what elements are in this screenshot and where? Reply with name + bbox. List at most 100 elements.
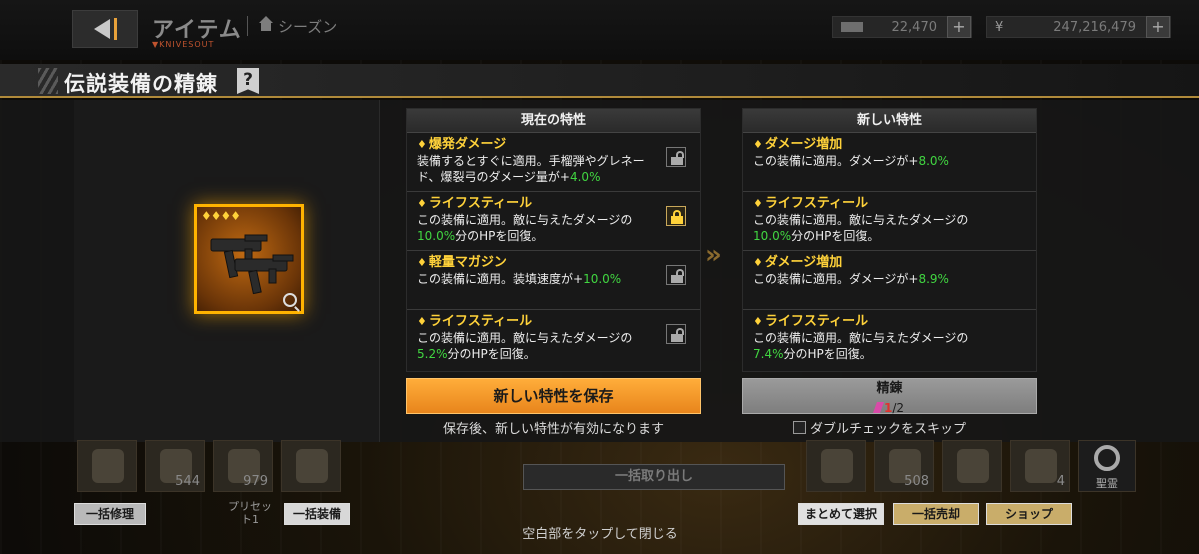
trait-row: ♦ ライフスティールこの装備に適用。敵に与えたダメージの 5.2%分のHPを回復。: [407, 310, 700, 369]
heart-charm-icon: [1025, 449, 1057, 483]
bulk-repair-button[interactable]: 一括修理: [74, 503, 146, 525]
trait-value: 8.0%: [918, 154, 949, 168]
trait-row: ♦ 軽量マガジンこの装備に適用。装填速度が+10.0%: [407, 251, 700, 310]
back-button[interactable]: [72, 10, 138, 48]
skull-icon: [821, 449, 853, 483]
diamond-icon: ♦: [417, 138, 427, 151]
save-traits-button[interactable]: 新しい特性を保存: [406, 378, 701, 414]
item-card[interactable]: ♦♦♦♦: [194, 204, 304, 314]
diamond-icon: ♦: [417, 197, 427, 210]
lock-open-icon[interactable]: [666, 147, 686, 167]
trait-name: ♦ ライフスティール: [753, 196, 869, 211]
skip-label: ダブルチェックをスキップ: [810, 422, 967, 437]
equipment-slot-armor[interactable]: 979: [213, 440, 273, 492]
diamond-icon: ♦: [753, 256, 763, 269]
refine-material-icon: [872, 402, 884, 413]
breadcrumb-season[interactable]: シーズン: [278, 16, 337, 37]
close-hint: 空白部をタップして閉じる: [522, 527, 678, 542]
trait-description: この装備に適用。敵に与えたダメージの 7.4%分のHPを回復。: [753, 331, 969, 361]
brand-label: ▼KNIVESOUT: [152, 40, 215, 49]
trait-description: この装備に適用。ダメージが+8.9%: [753, 272, 949, 286]
bulk-select-button[interactable]: まとめて選択: [798, 503, 884, 525]
help-icon[interactable]: ?: [237, 68, 259, 94]
trait-description: この装備に適用。ダメージが+8.0%: [753, 154, 949, 168]
bulk-take-out-button[interactable]: 一括取り出し: [523, 464, 785, 490]
yen-icon: ¥: [995, 19, 1004, 35]
trait-name: ♦ 軽量マガジン: [417, 255, 507, 270]
trait-name: ♦ ダメージ増加: [753, 255, 843, 270]
new-traits-header: 新しい特性: [743, 109, 1036, 133]
trait-row: ♦ ライフスティールこの装備に適用。敵に与えたダメージの 7.4%分のHPを回復。: [743, 310, 1036, 369]
trait-row: ♦ ダメージ増加この装備に適用。ダメージが+8.0%: [743, 133, 1036, 192]
modal-header: 伝説装備の精錬 ?: [0, 64, 1199, 98]
trait-name: ♦ 爆発ダメージ: [417, 137, 507, 152]
save-note: 保存後、新しい特性が有効になります: [442, 422, 664, 437]
lock-closed-icon[interactable]: [666, 206, 686, 226]
trait-value: 8.9%: [918, 272, 949, 286]
ticket-icon: [841, 22, 863, 32]
double-chevron-right-icon: »: [705, 240, 722, 270]
magnify-icon[interactable]: [283, 293, 297, 307]
trait-value: 7.4%: [753, 347, 784, 361]
refine-material-count: 1/2: [872, 401, 904, 415]
modal-title: 伝説装備の精錬: [64, 72, 218, 96]
refine-button[interactable]: 精錬 1/2: [742, 378, 1037, 415]
current-traits-header: 現在の特性: [407, 109, 700, 133]
shop-button[interactable]: ショップ: [986, 503, 1072, 525]
spirit-eye-icon: [1094, 445, 1120, 471]
refine-label: 精錬: [876, 381, 903, 396]
trait-description: この装備に適用。敵に与えたダメージの 5.2%分のHPを回復。: [417, 331, 633, 361]
equipment-slot-vest[interactable]: 544: [145, 440, 205, 492]
trait-row: ♦ 爆発ダメージ 装備するとすぐに適用。手榴弾やグレネード、爆裂弓のダメージ量が+4…: [407, 133, 700, 192]
trait-description: この装備に適用。敵に与えたダメージの 10.0%分のHPを回復。: [417, 213, 633, 243]
diamond-icon: ♦: [417, 256, 427, 269]
smg-icon: [210, 234, 294, 295]
spirit-button[interactable]: 聖霊: [1078, 440, 1136, 492]
inventory-slot-skull[interactable]: [806, 440, 866, 492]
bulk-sell-button[interactable]: 一括売却: [893, 503, 979, 525]
bulk-equip-button[interactable]: 一括装備: [284, 503, 350, 525]
inventory-slot-heart[interactable]: 4: [1010, 440, 1070, 492]
trait-description: この装備に適用。敵に与えたダメージの 10.0%分のHPを回復。: [753, 213, 969, 243]
home-icon[interactable]: [258, 16, 274, 32]
top-bar: アイテム ▼KNIVESOUT シーズン 22,470 + ¥ 247,216,…: [0, 0, 1199, 60]
trait-description: この装備に適用。装填速度が+10.0%: [417, 272, 622, 286]
trait-name: ♦ ダメージ増加: [753, 137, 843, 152]
gloves-icon: [296, 449, 328, 483]
diamond-icon: ♦: [753, 197, 763, 210]
trait-value: 10.0%: [583, 272, 622, 286]
inventory-slot-hat[interactable]: [942, 440, 1002, 492]
trait-row: ♦ ダメージ増加この装備に適用。ダメージが+8.9%: [743, 251, 1036, 310]
back-arrow-icon: [93, 19, 110, 39]
trait-value: 5.2%: [417, 347, 448, 361]
currency-yen: ¥ 247,216,479 +: [986, 16, 1171, 38]
equipment-slot-gloves[interactable]: [281, 440, 341, 492]
trait-row: ♦ ライフスティールこの装備に適用。敵に与えたダメージの 10.0%分のHPを回復…: [407, 192, 700, 251]
equipment-slots: 544 979: [77, 440, 341, 495]
lock-open-icon[interactable]: [666, 324, 686, 344]
preset-label[interactable]: プリセット1: [224, 500, 276, 526]
trait-name: ♦ ライフスティール: [417, 196, 533, 211]
boots-icon: [92, 449, 124, 483]
trait-value: 4.0%: [569, 170, 601, 184]
hat-icon: [957, 449, 989, 483]
trait-value: 10.0%: [753, 229, 792, 243]
currency-ticket: 22,470 +: [832, 16, 972, 38]
rarity-diamonds: ♦♦♦♦: [201, 209, 241, 223]
skip-double-check-toggle[interactable]: ダブルチェックをスキップ: [793, 418, 966, 437]
trait-name: ♦ ライフスティール: [753, 314, 869, 329]
skip-checkbox[interactable]: [793, 421, 806, 434]
equipment-slot-boots[interactable]: [77, 440, 137, 492]
inventory-slots: 508 4 聖霊: [806, 440, 1136, 495]
inventory-slot-ammo[interactable]: 508: [874, 440, 934, 492]
trait-name: ♦ ライフスティール: [417, 314, 533, 329]
new-traits-panel: 新しい特性 ♦ ダメージ増加 この装備に適用。ダメージが+8.0% ♦ ライフスティール…: [742, 108, 1037, 372]
add-yen-button[interactable]: +: [1146, 16, 1170, 38]
trait-row: ♦ ライフスティールこの装備に適用。敵に与えたダメージの 10.0%分のHPを回復…: [743, 192, 1036, 251]
current-traits-panel: 現在の特性 ♦ 爆発ダメージ 装備するとすぐに適用。手榴弾やグレネード、爆裂弓のダメ…: [406, 108, 701, 372]
add-ticket-button[interactable]: +: [947, 16, 971, 38]
diamond-icon: ♦: [753, 138, 763, 151]
diamond-icon: ♦: [753, 315, 763, 328]
lock-open-icon[interactable]: [666, 265, 686, 285]
diamond-icon: ♦: [417, 315, 427, 328]
